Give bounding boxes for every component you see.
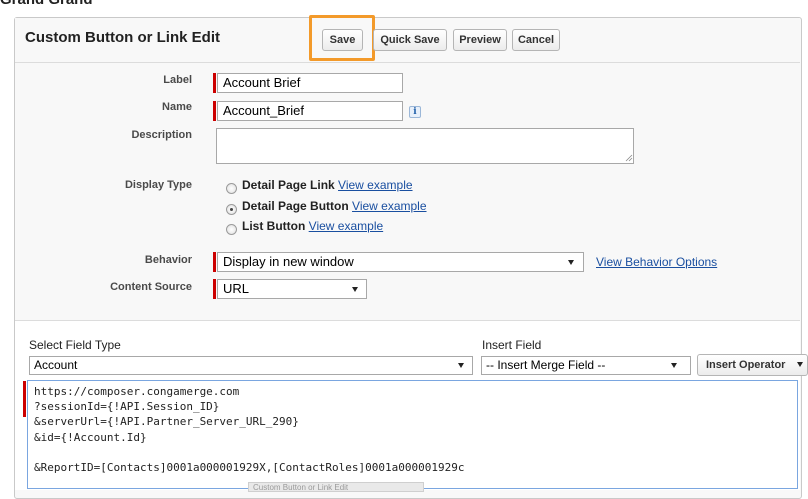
display-option-label: Detail Page Link xyxy=(242,178,335,192)
name-input[interactable]: Account_Brief xyxy=(217,101,403,121)
label-input[interactable]: Account Brief xyxy=(217,73,403,93)
required-indicator xyxy=(23,381,26,417)
select-field-type-caption: Select Field Type xyxy=(29,338,121,352)
quick-save-button[interactable]: Quick Save xyxy=(373,29,447,51)
chevron-down-icon xyxy=(458,363,464,368)
preview-button[interactable]: Preview xyxy=(453,29,507,51)
select-field-type-value: Account xyxy=(34,358,78,372)
view-example-link[interactable]: View example xyxy=(352,199,426,213)
display-type-caption: Display Type xyxy=(124,179,192,191)
radio-detail-page-button[interactable] xyxy=(226,204,237,215)
required-indicator xyxy=(213,279,216,299)
view-behavior-options-link[interactable]: View Behavior Options xyxy=(596,255,717,269)
code-line: &ReportID=[Contacts]0001a000001929X,[Con… xyxy=(34,461,465,474)
chevron-down-icon xyxy=(797,362,803,367)
view-example-link[interactable]: View example xyxy=(309,219,383,233)
name-field-caption: Name xyxy=(162,101,192,113)
cancel-button[interactable]: Cancel xyxy=(512,29,560,51)
behavior-caption: Behavior xyxy=(144,254,192,266)
display-option-3: List Button View example xyxy=(242,219,383,233)
display-option-2: Detail Page Button View example xyxy=(242,199,427,213)
description-field-caption: Description xyxy=(131,129,192,141)
content-source-select-value: URL xyxy=(223,281,250,296)
content-source-caption: Content Source xyxy=(110,281,192,293)
chevron-down-icon xyxy=(671,363,677,368)
resize-handle-icon[interactable] xyxy=(625,154,633,162)
chevron-down-icon xyxy=(568,260,574,265)
content-source-select[interactable]: URL xyxy=(217,279,367,299)
save-button[interactable]: Save xyxy=(322,29,363,51)
display-option-1: Detail Page Link View example xyxy=(242,178,413,192)
description-textarea[interactable] xyxy=(216,128,634,164)
required-indicator xyxy=(213,252,216,272)
cropped-heading-fragment: Grand Grand xyxy=(0,0,93,8)
info-icon[interactable]: i xyxy=(409,106,421,118)
radio-list-button[interactable] xyxy=(226,224,237,235)
code-line: ?sessionId={!API.Session_ID} xyxy=(34,400,220,414)
required-indicator xyxy=(213,101,216,121)
label-field-caption: Label xyxy=(163,74,192,86)
radio-detail-page-link[interactable] xyxy=(226,183,237,194)
code-line: &serverUrl={!API.Partner_Server_URL_290} xyxy=(34,415,299,429)
insert-merge-field-dropdown[interactable]: -- Insert Merge Field -- xyxy=(481,356,691,375)
code-line: https://composer.congamerge.com xyxy=(34,385,240,398)
required-indicator xyxy=(213,73,216,93)
insert-merge-field-value: -- Insert Merge Field -- xyxy=(486,358,606,372)
view-example-link[interactable]: View example xyxy=(338,178,412,192)
insert-operator-button[interactable]: Insert Operator xyxy=(697,354,808,376)
display-option-label: Detail Page Button xyxy=(242,199,349,213)
insert-operator-label: Insert Operator xyxy=(706,359,786,371)
behavior-select-value: Display in new window xyxy=(223,254,354,269)
chevron-down-icon xyxy=(352,287,358,292)
tooltip: Custom Button or Link Edit xyxy=(248,482,424,492)
display-option-label: List Button xyxy=(242,219,306,233)
select-field-type-dropdown[interactable]: Account xyxy=(29,356,473,375)
insert-field-caption: Insert Field xyxy=(482,338,542,352)
code-line: &id={!Account.Id} xyxy=(34,430,147,444)
behavior-select[interactable]: Display in new window xyxy=(217,252,584,272)
page-title: Custom Button or Link Edit xyxy=(25,29,220,46)
formula-code-textarea[interactable]: https://composer.congamerge.com ?sessionI… xyxy=(27,380,798,489)
